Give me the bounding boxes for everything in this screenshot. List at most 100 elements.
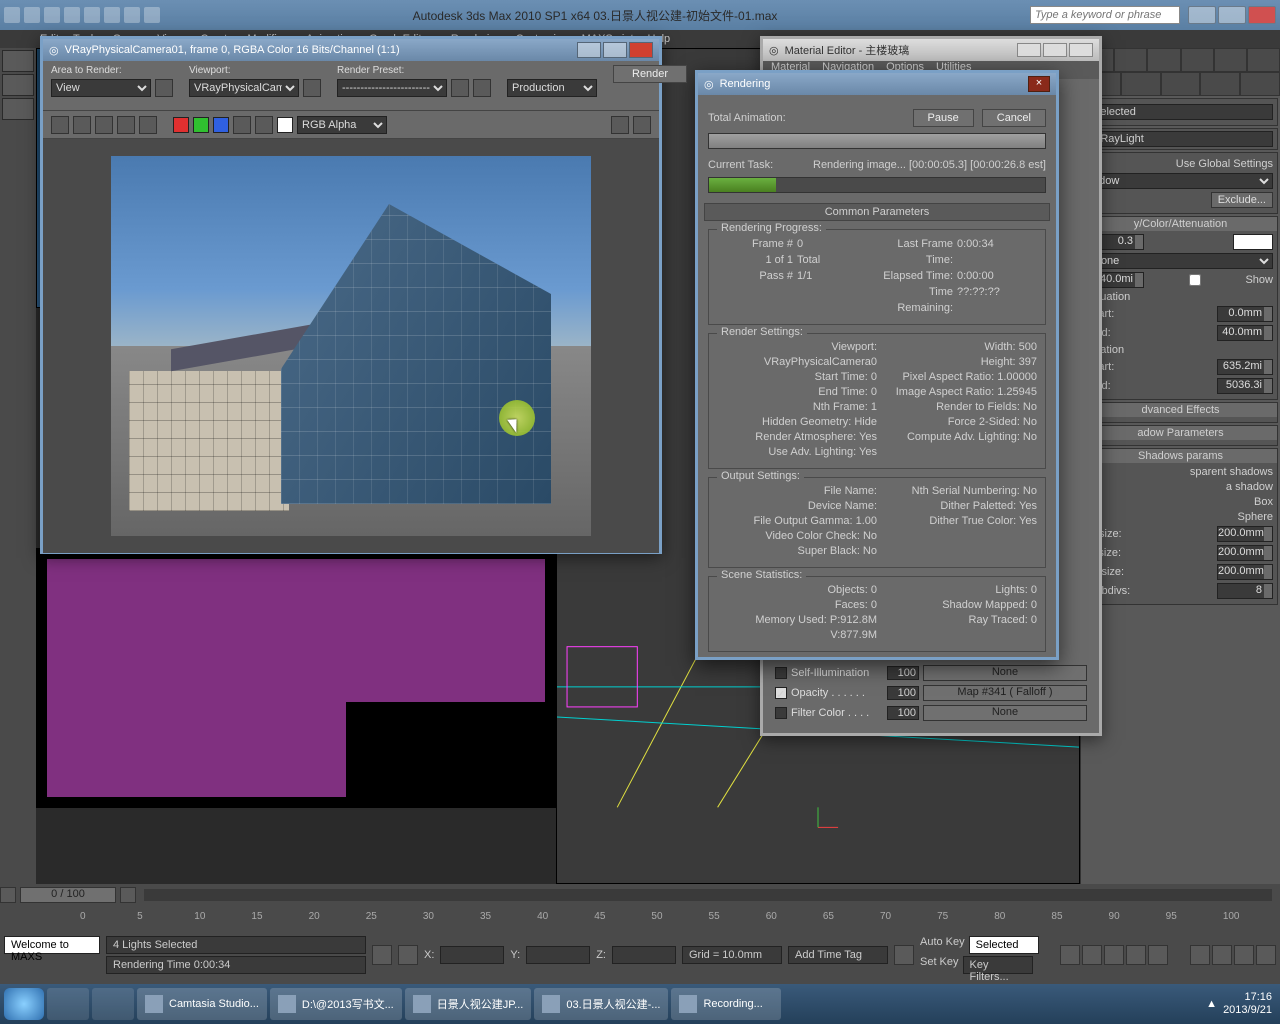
- preset-select[interactable]: -------------------------: [337, 79, 447, 97]
- timeline-track[interactable]: [144, 889, 1272, 901]
- next-frame-icon[interactable]: [120, 887, 136, 903]
- pinned-ie-icon[interactable]: [47, 988, 89, 1020]
- z-coord-input[interactable]: [612, 946, 676, 964]
- delete-icon[interactable]: [139, 116, 157, 134]
- clone-icon[interactable]: [95, 116, 113, 134]
- playback-controls[interactable]: [1060, 945, 1168, 965]
- rollout-header[interactable]: dvanced Effects: [1084, 403, 1277, 417]
- output-select[interactable]: Production: [507, 79, 597, 97]
- frame-slider[interactable]: 0 / 100: [20, 887, 116, 903]
- windows-taskbar[interactable]: Camtasia Studio... D:\@2013写书文... 日景人视公建…: [0, 984, 1280, 1024]
- rendering-titlebar[interactable]: ◎ Rendering ×: [698, 73, 1056, 95]
- blue-channel-toggle[interactable]: [213, 117, 229, 133]
- pan-icon[interactable]: [1190, 945, 1210, 965]
- decay-select[interactable]: None: [1088, 253, 1273, 269]
- keyfilters-button[interactable]: Key Filters...: [963, 956, 1033, 974]
- atten1-start-spinner[interactable]: 0.0mm: [1217, 306, 1273, 322]
- close-button[interactable]: [1248, 6, 1276, 24]
- object-name[interactable]: VRayLight: [1088, 131, 1273, 147]
- maximize-button[interactable]: [1043, 43, 1067, 57]
- tool-icon[interactable]: [2, 50, 34, 72]
- copy-icon[interactable]: [73, 116, 91, 134]
- usize-spinner[interactable]: 200.0mm: [1217, 526, 1273, 542]
- play-icon[interactable]: [1104, 945, 1124, 965]
- tool-icon[interactable]: [2, 98, 34, 120]
- tool-icon[interactable]: [2, 74, 34, 96]
- red-channel-toggle[interactable]: [173, 117, 189, 133]
- goto-start-icon[interactable]: [1060, 945, 1080, 965]
- keymode-select[interactable]: Selected: [969, 936, 1039, 954]
- prev-key-icon[interactable]: [1082, 945, 1102, 965]
- start-button[interactable]: [4, 988, 44, 1020]
- task-button[interactable]: Recording...: [671, 988, 781, 1020]
- rollout-header[interactable]: Shadows params: [1084, 449, 1277, 463]
- task-button[interactable]: 03.日景人视公建-...: [534, 988, 668, 1020]
- pinned-explorer-icon[interactable]: [92, 988, 134, 1020]
- maximize-button[interactable]: [603, 42, 627, 58]
- task-button[interactable]: 日景人视公建JP...: [405, 988, 532, 1020]
- command-panel[interactable]: Selected VRayLight Use Global Settings a…: [1080, 48, 1280, 884]
- vsize-spinner[interactable]: 200.0mm: [1217, 545, 1273, 561]
- task-button[interactable]: Camtasia Studio...: [137, 988, 267, 1020]
- material-editor-titlebar[interactable]: ◎ Material Editor - 主楼玻璃: [763, 39, 1099, 61]
- color-swatch[interactable]: [1233, 234, 1273, 250]
- object-dropdown[interactable]: Selected: [1088, 104, 1273, 120]
- vfb-titlebar[interactable]: ◎ VRayPhysicalCamera01, frame 0, RGBA Co…: [43, 39, 659, 61]
- close-button[interactable]: [629, 42, 653, 58]
- rollout-header[interactable]: y/Color/Attenuation: [1084, 217, 1277, 231]
- command-tabs[interactable]: [1081, 48, 1280, 72]
- selection-lock-icon[interactable]: [398, 945, 418, 965]
- x-coord-input[interactable]: [440, 946, 504, 964]
- cancel-button[interactable]: Cancel: [982, 109, 1046, 127]
- help-search-input[interactable]: [1030, 6, 1180, 24]
- print-icon[interactable]: [117, 116, 135, 134]
- quick-access-toolbar[interactable]: [4, 7, 160, 23]
- render-button[interactable]: Render: [613, 65, 687, 83]
- preset-load-icon[interactable]: [451, 79, 469, 97]
- render-output-view[interactable]: [43, 139, 659, 553]
- rendering-dialog[interactable]: ◎ Rendering × Total Animation: Pause Can…: [695, 70, 1059, 660]
- common-params-header[interactable]: Common Parameters: [704, 203, 1050, 221]
- clock[interactable]: 17:16 2013/9/21: [1223, 991, 1276, 1017]
- atten2-end-spinner[interactable]: 5036.3i: [1217, 378, 1273, 394]
- atten2-start-spinner[interactable]: 635.2mi: [1217, 359, 1273, 375]
- close-button[interactable]: ×: [1028, 76, 1050, 92]
- pause-button[interactable]: Pause: [913, 109, 974, 127]
- key-icon[interactable]: [894, 945, 914, 965]
- orbit-icon[interactable]: [1234, 945, 1254, 965]
- goto-end-icon[interactable]: [1148, 945, 1168, 965]
- lock-icon[interactable]: [303, 79, 321, 97]
- command-subtabs[interactable]: [1081, 72, 1280, 96]
- channel-select[interactable]: RGB Alpha: [297, 116, 387, 134]
- subdivs-spinner[interactable]: 8: [1217, 583, 1273, 599]
- green-channel-toggle[interactable]: [193, 117, 209, 133]
- time-slider[interactable]: 0 / 100: [0, 884, 1280, 906]
- maximize-button[interactable]: [1218, 6, 1246, 24]
- toggle-ui-icon[interactable]: [611, 116, 629, 134]
- area-select[interactable]: View: [51, 79, 151, 97]
- minimize-button[interactable]: [577, 42, 601, 58]
- prompt-box[interactable]: Welcome to MAXS: [4, 936, 100, 954]
- region-icon[interactable]: [155, 79, 173, 97]
- viewport-nav-controls[interactable]: [1190, 945, 1276, 965]
- tray-icon[interactable]: ▲: [1206, 998, 1217, 1010]
- minimize-button[interactable]: [1188, 6, 1216, 24]
- wsize-spinner[interactable]: 200.0mm: [1217, 564, 1273, 580]
- minimize-button[interactable]: [1017, 43, 1041, 57]
- zoom-icon[interactable]: [1212, 945, 1232, 965]
- maximize-vp-icon[interactable]: [1256, 945, 1276, 965]
- prev-frame-icon[interactable]: [0, 887, 16, 903]
- viewport-select[interactable]: VRayPhysicalCam: [189, 79, 299, 97]
- atten1-end-spinner[interactable]: 40.0mm: [1217, 325, 1273, 341]
- mono-toggle[interactable]: [255, 116, 273, 134]
- preset-save-icon[interactable]: [473, 79, 491, 97]
- alpha-toggle[interactable]: [233, 116, 251, 134]
- lock-icon[interactable]: [372, 945, 392, 965]
- toggle-overlay-icon[interactable]: [633, 116, 651, 134]
- task-button[interactable]: D:\@2013写书文...: [270, 988, 402, 1020]
- save-icon[interactable]: [51, 116, 69, 134]
- close-button[interactable]: [1069, 43, 1093, 57]
- viewport-bottom-left[interactable]: [36, 548, 556, 808]
- y-coord-input[interactable]: [526, 946, 590, 964]
- exclude-button[interactable]: Exclude...: [1211, 192, 1273, 208]
